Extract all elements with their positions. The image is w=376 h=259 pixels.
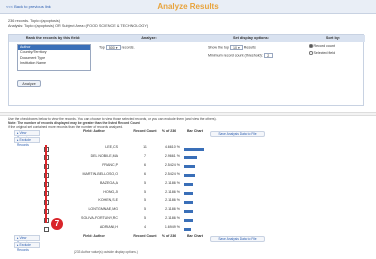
min-count-input[interactable]: 2 <box>263 53 273 58</box>
col-header-count: Record Count <box>133 234 157 238</box>
row-author: LEE,CS <box>105 145 118 149</box>
table-header-bottom: Field: Author Record Count % of 236 Bar … <box>0 234 376 247</box>
row-percent: 2.1186 % <box>165 216 180 221</box>
row-bar <box>184 165 195 169</box>
table-row: LEE,CS 11 4.6610 % <box>0 145 376 154</box>
row-count: 7 <box>144 153 146 158</box>
table-row: BAZEGA,A 5 2.1186 % <box>0 181 376 190</box>
sort-by-header: Sort by: <box>301 35 365 42</box>
annotation-marker: 7 <box>51 218 63 230</box>
table-header-top: Field: Author Record Count % of 236 Bar … <box>0 129 376 142</box>
sort-record-count[interactable]: Record count <box>309 44 335 48</box>
row-count: 5 <box>144 207 146 212</box>
results-summary: 236 records. Topic=(apoptosis) Analysis:… <box>8 19 148 29</box>
col-header-pct: % of 236 <box>161 234 177 238</box>
sort-options: Record count Selected field <box>309 44 335 55</box>
save-analysis-button-top[interactable]: Save Analysis Data to File <box>210 131 265 137</box>
show-top-suffix: Results <box>243 45 256 50</box>
instructions: Use the checkboxes below to view the rec… <box>8 117 368 130</box>
row-author: SOLIVA-FORTUNY,RC <box>81 216 118 221</box>
top-records-select[interactable]: 500 ▾ <box>105 45 121 50</box>
table-row: DEL NOBILE,MA 7 2.9661 % <box>0 154 376 163</box>
row-count: 4 <box>144 225 146 230</box>
row-count: 11 <box>143 145 147 149</box>
row-percent: 2.1186 % <box>165 189 180 194</box>
col-header-field: Field: Author <box>83 234 105 238</box>
row-checkbox[interactable] <box>44 226 49 232</box>
row-author: MARTIN-BELLOSO,O <box>82 171 118 176</box>
row-percent: 2.1186 % <box>165 198 180 203</box>
top-suffix: records. <box>121 45 135 50</box>
row-percent: 2.5424 % <box>164 171 180 176</box>
top-records-value: 500 <box>108 46 115 50</box>
row-percent: 4.6610 % <box>164 145 180 149</box>
top-prefix: Top <box>99 45 105 50</box>
rank-field-listbox[interactable]: Author Country/Territory Document Type I… <box>17 44 91 71</box>
analyze-top-row: Top 500 ▾ records. <box>99 45 135 50</box>
row-bar <box>184 227 192 231</box>
row-percent: 2.5424 % <box>164 162 180 167</box>
row-author: HONG,JI <box>103 189 118 194</box>
row-bar <box>184 218 194 222</box>
row-author: FRANC,P <box>102 162 118 167</box>
row-percent: 2.1186 % <box>165 180 180 185</box>
col-header-bar: Bar Chart <box>187 129 203 133</box>
row-count: 6 <box>144 162 146 167</box>
row-percent: 1.6949 % <box>164 225 180 230</box>
row-count: 5 <box>144 216 146 221</box>
row-author: BAZEGA,A <box>100 180 118 185</box>
analysis-settings-panel: Rank the records by this field: Analyze:… <box>8 34 365 106</box>
page-title: Analyze Results <box>157 2 219 11</box>
display-options-header: Set display options: <box>201 35 301 42</box>
analyze-header: Analyze: <box>97 35 201 42</box>
rank-field-header: Rank the records by this field: <box>9 35 97 42</box>
row-count: 5 <box>144 180 146 185</box>
section-divider <box>0 112 376 116</box>
row-bar <box>184 192 194 195</box>
row-bar <box>184 209 194 213</box>
row-bar <box>184 174 195 178</box>
table-row: LONTGMNAE,MG 5 2.1186 % <box>0 207 376 216</box>
row-bar <box>184 183 194 187</box>
row-bar <box>184 200 194 204</box>
show-top-label: Show the top <box>208 45 229 50</box>
row-author: ADRIANI,H <box>99 225 118 230</box>
table-row: HONG,JI 5 2.1186 % <box>0 190 376 199</box>
show-top-row: Show the top 10 ▾ Results <box>208 45 256 50</box>
show-top-value: 10 <box>232 46 237 50</box>
row-count: 6 <box>144 171 146 176</box>
col-header-pct: % of 236 <box>161 129 177 133</box>
row-count: 5 <box>144 198 146 203</box>
col-header-field: Field: Author <box>83 129 105 133</box>
sort-selected-field-label: Selected field <box>313 51 336 55</box>
row-percent: 2.1186 % <box>165 207 180 212</box>
save-analysis-button-bottom[interactable]: Save Analysis Data to File <box>210 236 265 242</box>
row-percent: 2.9661 % <box>164 153 180 158</box>
annotation-line <box>45 145 47 223</box>
min-count-row: Minimum record count (threshold): 2 <box>208 53 273 58</box>
radio-icon[interactable] <box>309 44 313 48</box>
summary-query: Analysis: Topic=(apoptosis) OR Subject A… <box>8 24 149 28</box>
table-row: MARTIN-BELLOSO,O 6 2.5424 % <box>0 172 376 181</box>
field-option-institution[interactable]: Institution Name <box>18 61 90 66</box>
row-bar <box>184 156 197 160</box>
col-header-bar: Bar Chart <box>187 234 203 238</box>
radio-icon[interactable] <box>309 51 313 55</box>
show-top-select[interactable]: 10 ▾ <box>229 45 243 50</box>
row-bar <box>184 147 204 151</box>
analyze-button[interactable]: Analyze <box>17 80 41 87</box>
sort-record-count-label: Record count <box>313 44 335 48</box>
row-author: KOHEN,S.E <box>98 198 118 203</box>
sort-selected-field[interactable]: Selected field <box>309 51 335 55</box>
min-count-label: Minimum record count (threshold): <box>208 53 263 58</box>
row-count: 5 <box>144 189 146 194</box>
col-header-count: Record Count <box>133 129 157 133</box>
footer-note: (233 Author value(s) outside display opt… <box>74 250 138 254</box>
table-row: FRANC,P 6 2.5424 % <box>0 163 376 172</box>
row-author: DEL NOBILE,MA <box>90 153 118 158</box>
row-author: LONTGMNAE,MG <box>88 207 118 212</box>
table-row: KOHEN,S.E 5 2.1186 % <box>0 198 376 207</box>
